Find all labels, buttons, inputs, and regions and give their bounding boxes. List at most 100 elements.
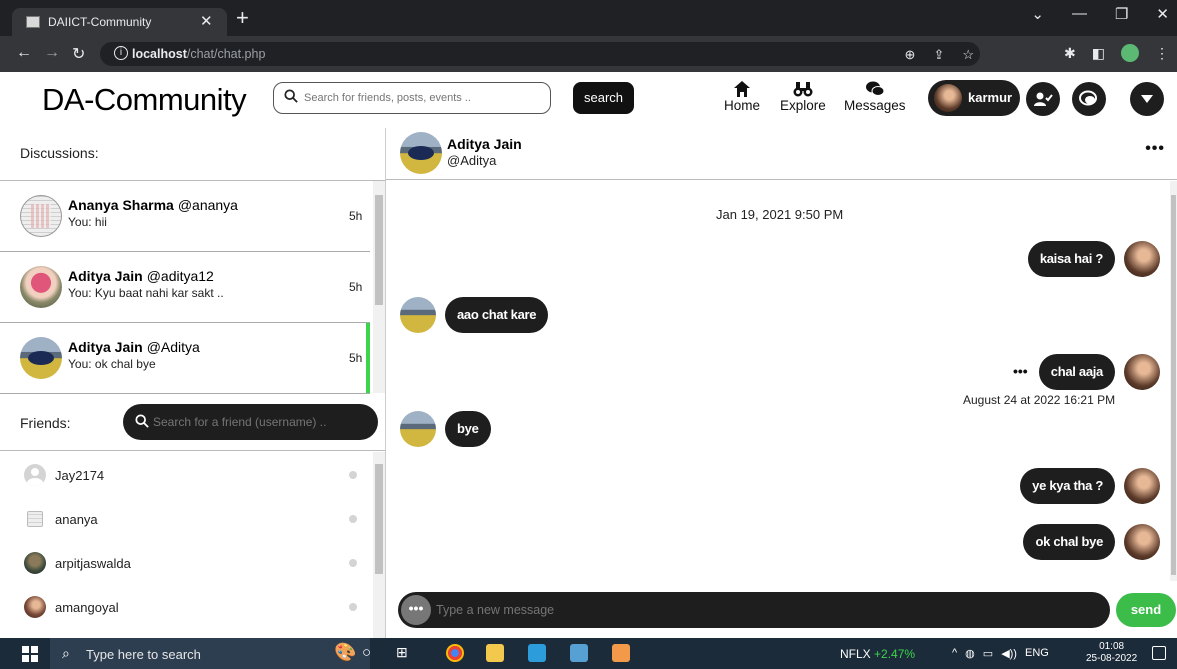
volume-icon[interactable]: ◀)) xyxy=(1001,647,1017,660)
friends-scrollbar[interactable] xyxy=(373,452,385,638)
messages-icon xyxy=(865,81,885,96)
message-options-icon[interactable]: ••• xyxy=(1013,363,1028,379)
zoom-icon[interactable]: ⊕ xyxy=(905,47,916,63)
friend-name: Jay2174 xyxy=(55,468,105,483)
close-window-icon[interactable]: ✕ xyxy=(1156,5,1169,23)
close-tab-icon[interactable]: ✕ xyxy=(200,12,213,30)
ticker-change: +2.47% xyxy=(874,647,916,661)
minimize-icon[interactable]: — xyxy=(1072,5,1087,23)
file-explorer-icon[interactable] xyxy=(486,644,504,662)
battery-icon[interactable]: ▭ xyxy=(983,647,993,660)
xampp-icon[interactable] xyxy=(612,644,630,662)
message-bubble-sent[interactable]: kaisa hai ? xyxy=(1027,241,1115,277)
taskbar-search[interactable]: ⌕ Type here to search 🎨 xyxy=(50,638,370,669)
nav-messages[interactable]: Messages xyxy=(844,80,906,113)
notification-icon[interactable] xyxy=(1152,646,1166,660)
friend-avatar xyxy=(24,596,46,618)
bookmark-star-icon[interactable]: ☆ xyxy=(962,47,974,63)
friend-item[interactable]: Jay2174 xyxy=(0,452,370,496)
profile-avatar-icon[interactable] xyxy=(1121,44,1139,62)
discussion-last-message: You: ok chal bye xyxy=(68,357,156,371)
send-button[interactable]: send xyxy=(1116,593,1176,627)
new-tab-icon[interactable]: + xyxy=(236,5,249,31)
friend-avatar xyxy=(27,511,43,527)
home-icon xyxy=(734,81,750,97)
message-input[interactable] xyxy=(436,600,1086,620)
cortana-icon[interactable]: ○ xyxy=(362,644,371,661)
chat-header: Aditya Jain @Aditya ••• xyxy=(386,128,1177,180)
discussions-scrollbar[interactable] xyxy=(373,181,385,393)
friend-item[interactable]: ananya xyxy=(0,496,370,540)
more-options-icon[interactable]: ••• xyxy=(1145,140,1165,158)
search-button[interactable]: search xyxy=(573,82,634,114)
address-bar: ← → ↻ i localhost/chat/chat.php ⊕ ⇪ ☆ ✱ … xyxy=(0,36,1177,72)
task-view-icon[interactable]: ⊞ xyxy=(396,644,408,661)
share-icon[interactable]: ⇪ xyxy=(933,47,944,63)
nav-home[interactable]: Home xyxy=(724,80,760,113)
chat-avatar[interactable] xyxy=(400,132,442,174)
site-logo[interactable]: DA-Community xyxy=(42,82,247,118)
friends-button[interactable] xyxy=(1026,82,1060,116)
chat-button[interactable] xyxy=(1072,82,1106,116)
scrollbar-thumb[interactable] xyxy=(375,195,383,305)
binoculars-icon xyxy=(793,82,813,97)
chevron-up-icon[interactable]: ^ xyxy=(952,647,957,660)
site-info-icon[interactable]: i xyxy=(114,46,128,60)
chat-user-name[interactable]: Aditya Jain xyxy=(447,136,522,152)
message-bubble-sent[interactable]: ye kya tha ? xyxy=(1020,468,1115,504)
attach-more-icon[interactable]: ••• xyxy=(401,595,431,625)
forward-icon[interactable]: → xyxy=(44,44,60,62)
discussion-handle: @ananya xyxy=(177,197,238,213)
language-indicator[interactable]: ENG xyxy=(1025,647,1049,660)
clock-date: 25-08-2022 xyxy=(1086,653,1138,664)
url-field[interactable]: i localhost/chat/chat.php ⊕ ⇪ ☆ xyxy=(100,42,980,66)
discussion-last-message: You: Kyu baat nahi kar sakt .. xyxy=(68,286,224,300)
side-panel-icon[interactable]: ◧ xyxy=(1092,45,1105,62)
discussion-avatar xyxy=(20,266,62,308)
search-icon: ⌕ xyxy=(62,645,70,661)
discussion-name: Ananya Sharma @ananya xyxy=(68,197,238,213)
nav-home-label: Home xyxy=(724,98,761,113)
stock-ticker[interactable]: NFLX +2.47% xyxy=(840,647,915,661)
discussion-avatar xyxy=(20,195,62,237)
mail-icon[interactable] xyxy=(528,644,546,662)
scrollbar-thumb[interactable] xyxy=(1171,195,1176,575)
nav-explore[interactable]: Explore xyxy=(780,80,826,113)
browser-tab[interactable]: DAIICT-Community ✕ xyxy=(12,8,227,36)
chrome-icon[interactable] xyxy=(446,644,464,662)
restore-icon[interactable]: ❐ xyxy=(1115,5,1128,23)
message-bubble-sent[interactable]: chal aaja xyxy=(1038,354,1115,390)
sender-avatar xyxy=(1124,524,1160,560)
extensions-icon[interactable]: ✱ xyxy=(1064,45,1076,62)
scrollbar-thumb[interactable] xyxy=(375,464,383,574)
message-bubble-received[interactable]: aao chat kare xyxy=(445,297,549,333)
discussion-handle: @Aditya xyxy=(146,339,200,355)
friend-search-input[interactable] xyxy=(153,412,363,432)
message-bubble-received[interactable]: bye xyxy=(445,411,491,447)
global-search-input[interactable] xyxy=(304,87,544,109)
tab-search-icon[interactable]: ⌄ xyxy=(1031,5,1044,23)
discussion-item[interactable]: Ananya Sharma @ananya You: hii 5h xyxy=(0,181,370,252)
windows-start-icon[interactable] xyxy=(22,646,38,662)
status-dot xyxy=(349,471,357,479)
clock[interactable]: 01:08 25-08-2022 xyxy=(1086,641,1137,665)
friend-item[interactable]: amangoyal xyxy=(0,584,370,628)
discussion-name: Aditya Jain @aditya12 xyxy=(68,268,214,284)
friend-item[interactable]: arpitjaswalda xyxy=(0,540,370,584)
discussion-item-active[interactable]: Aditya Jain @Aditya You: ok chal bye 5h xyxy=(0,323,370,394)
dropdown-button[interactable] xyxy=(1130,82,1164,116)
discussion-item[interactable]: Aditya Jain @aditya12 You: Kyu baat nahi … xyxy=(0,252,370,323)
url-host: localhost xyxy=(132,47,187,61)
network-icon[interactable]: ◍ xyxy=(965,647,975,660)
reload-icon[interactable]: ↻ xyxy=(72,44,85,64)
menu-kebab-icon[interactable]: ⋮ xyxy=(1155,45,1169,62)
status-dot xyxy=(349,559,357,567)
user-avatar xyxy=(934,84,962,112)
divider xyxy=(0,450,386,451)
message-list: Jan 19, 2021 9:50 PM kaisa hai ? aao cha… xyxy=(386,181,1177,581)
discussion-handle: @aditya12 xyxy=(146,268,214,284)
store-icon[interactable] xyxy=(570,644,588,662)
back-icon[interactable]: ← xyxy=(16,44,32,62)
message-bubble-sent[interactable]: ok chal bye xyxy=(1023,524,1115,560)
user-profile-pill[interactable]: karmur xyxy=(928,80,1020,116)
